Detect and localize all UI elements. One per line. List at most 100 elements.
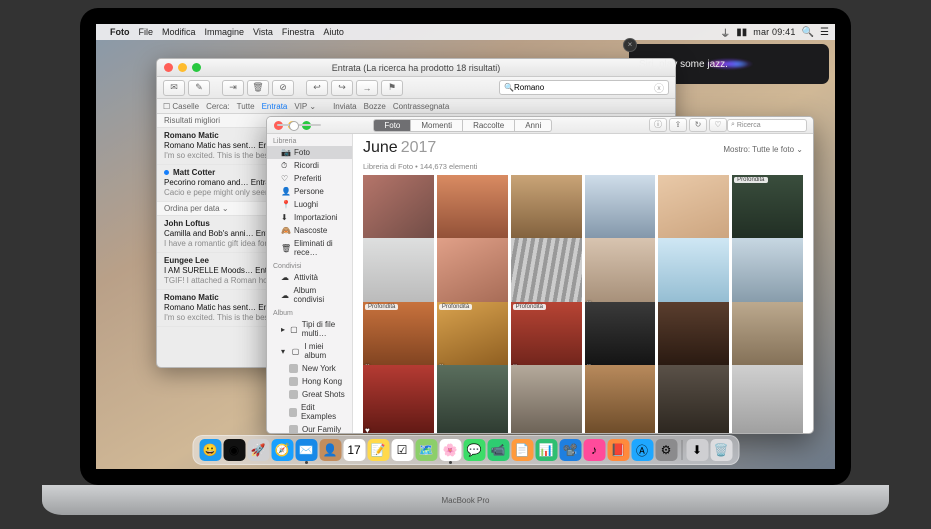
dock-facetime[interactable]: 📹 xyxy=(487,439,509,461)
photo-thumbnail[interactable]: ♥ xyxy=(363,365,434,433)
info-button[interactable]: ⓘ xyxy=(649,118,667,132)
photo-thumbnail[interactable]: Profondità xyxy=(732,175,803,246)
filter-flagged[interactable]: Contrassegnata xyxy=(393,102,449,111)
dock-prefs[interactable]: ⚙︎ xyxy=(655,439,677,461)
photo-thumbnail[interactable]: Profondità ♥ xyxy=(363,302,434,373)
photo-thumbnail[interactable] xyxy=(363,238,434,309)
photo-thumbnail[interactable] xyxy=(585,175,656,246)
dock-appstore[interactable]: Ⓐ xyxy=(631,439,653,461)
mail-titlebar[interactable]: Entrata (La ricerca ha prodotto 18 risul… xyxy=(157,59,675,77)
photo-thumbnail[interactable] xyxy=(658,365,729,433)
show-filter[interactable]: Mostro: Tutte le foto ⌄ xyxy=(723,145,803,154)
filter-drafts[interactable]: Bozze xyxy=(364,102,386,111)
battery-icon[interactable]: ▮▮ xyxy=(736,27,747,38)
tab-anni[interactable]: Anni xyxy=(515,119,552,132)
sidebar-item[interactable]: ⏱Ricordi xyxy=(267,159,352,172)
sidebar-album-item[interactable]: Great Shots xyxy=(267,388,352,401)
spotlight-icon[interactable]: 🔍 xyxy=(802,27,814,38)
forward-button[interactable]: → xyxy=(356,80,378,96)
dock-itunes[interactable]: ♪ xyxy=(583,439,605,461)
rotate-button[interactable]: ↻ xyxy=(689,118,707,132)
dock-mail[interactable]: ✉️ xyxy=(295,439,317,461)
photo-thumbnail[interactable] xyxy=(363,175,434,246)
photo-thumbnail[interactable] xyxy=(437,365,508,433)
dock-trash[interactable]: 🗑️ xyxy=(710,439,732,461)
share-button[interactable]: ⇪ xyxy=(669,118,687,132)
sidebar-item[interactable]: ▾▢I miei album xyxy=(267,340,352,362)
sidebar-album-item[interactable]: New York xyxy=(267,362,352,375)
sidebar-album-item[interactable]: Hong Kong xyxy=(267,375,352,388)
tab-foto[interactable]: Foto xyxy=(373,119,411,132)
sidebar-item[interactable]: 👤Persone xyxy=(267,185,352,198)
favorite-button[interactable]: ♡ xyxy=(709,118,727,132)
tab-raccolte[interactable]: Raccolte xyxy=(463,119,515,132)
photo-thumbnail[interactable] xyxy=(511,365,582,433)
photo-thumbnail[interactable]: ♥ xyxy=(585,302,656,373)
tab-momenti[interactable]: Momenti xyxy=(411,119,463,132)
zoom-button[interactable] xyxy=(192,63,201,72)
dock-ibooks[interactable]: 📕 xyxy=(607,439,629,461)
sidebar-item[interactable]: ☁︎Album condivisi xyxy=(267,284,352,306)
zoom-slider[interactable] xyxy=(277,124,321,126)
mailboxes-toggle[interactable]: ☐ Caselle xyxy=(163,102,199,111)
photo-thumbnail[interactable] xyxy=(658,175,729,246)
dock-numbers[interactable]: 📊 xyxy=(535,439,557,461)
sidebar-item[interactable]: 🗑Eliminati di rece… xyxy=(267,237,352,259)
photo-thumbnail[interactable] xyxy=(732,238,803,309)
menu-item[interactable]: Aiuto xyxy=(323,27,344,37)
dock-messages[interactable]: 💬 xyxy=(463,439,485,461)
sidebar-item[interactable]: ♡Preferiti xyxy=(267,172,352,185)
dock-downloads[interactable]: ⬇︎ xyxy=(686,439,708,461)
menu-item[interactable]: File xyxy=(139,27,154,37)
photo-thumbnail[interactable]: ♥ xyxy=(585,238,656,309)
reply-all-button[interactable]: ↪︎ xyxy=(331,80,353,96)
dock-launchpad[interactable]: 🚀 xyxy=(247,439,269,461)
sidebar-album-item[interactable]: Our Family xyxy=(267,423,352,433)
filter-sent[interactable]: Inviata xyxy=(333,102,357,111)
sidebar-item[interactable]: 🙈Nascoste xyxy=(267,224,352,237)
photos-search[interactable]: ⌕ Ricerca xyxy=(727,119,807,132)
photo-thumbnail[interactable] xyxy=(658,302,729,373)
compose-button[interactable]: ✎ xyxy=(188,80,210,96)
filter-inbox[interactable]: Entrata xyxy=(262,102,288,111)
photo-thumbnail[interactable]: Profondità ♥ xyxy=(437,302,508,373)
dock-safari[interactable]: 🧭 xyxy=(271,439,293,461)
get-mail-button[interactable]: ✉︎ xyxy=(163,80,185,96)
photo-thumbnail[interactable] xyxy=(658,238,729,309)
mail-search-input[interactable] xyxy=(514,83,654,92)
close-button[interactable] xyxy=(164,63,173,72)
delete-button[interactable]: 🗑 xyxy=(247,80,269,96)
photo-thumbnail[interactable] xyxy=(732,302,803,373)
sidebar-item[interactable]: ▸▢Tipi di file multi… xyxy=(267,318,352,340)
sidebar-item[interactable]: 📍Luoghi xyxy=(267,198,352,211)
dock-photos[interactable]: 🌸 xyxy=(439,439,461,461)
photos-titlebar[interactable]: FotoMomentiRaccolteAnni ⓘ ⇪ ↻ ♡ ⌕ Ricerc… xyxy=(267,117,813,134)
filter-vip[interactable]: VIP ⌄ xyxy=(294,102,316,111)
wifi-icon[interactable]: ⏚ xyxy=(720,25,730,40)
photo-thumbnail[interactable] xyxy=(437,175,508,246)
sidebar-item[interactable]: ☁︎Attività xyxy=(267,271,352,284)
menubar-clock[interactable]: mar 09:41 xyxy=(753,27,795,37)
dock-finder[interactable]: 😀 xyxy=(199,439,221,461)
flag-button[interactable]: ⚑ xyxy=(381,80,403,96)
dock-maps[interactable]: 🗺️ xyxy=(415,439,437,461)
mail-search[interactable]: 🔍 ⓧ xyxy=(499,80,669,95)
dock-calendar[interactable]: 17 xyxy=(343,439,365,461)
photo-thumbnail[interactable] xyxy=(437,238,508,309)
photo-thumbnail[interactable] xyxy=(511,238,582,309)
reply-button[interactable]: ↩︎ xyxy=(306,80,328,96)
dock-contacts[interactable]: 👤 xyxy=(319,439,341,461)
sidebar-album-item[interactable]: Edit Examples xyxy=(267,401,352,423)
dock-notes[interactable]: 📝 xyxy=(367,439,389,461)
minimize-button[interactable] xyxy=(178,63,187,72)
menu-item[interactable]: Vista xyxy=(253,27,273,37)
photo-thumbnail[interactable] xyxy=(511,175,582,246)
menu-item[interactable]: Immagine xyxy=(205,27,245,37)
sidebar-item[interactable]: ⬇︎Importazioni xyxy=(267,211,352,224)
menu-app[interactable]: Foto xyxy=(110,27,130,37)
notification-center-icon[interactable]: ☰ xyxy=(820,27,829,38)
dock-pages[interactable]: 📄 xyxy=(511,439,533,461)
dock-siri[interactable]: ◉ xyxy=(223,439,245,461)
photo-thumbnail[interactable] xyxy=(732,365,803,433)
clear-search-icon[interactable]: ⓧ xyxy=(654,80,664,95)
